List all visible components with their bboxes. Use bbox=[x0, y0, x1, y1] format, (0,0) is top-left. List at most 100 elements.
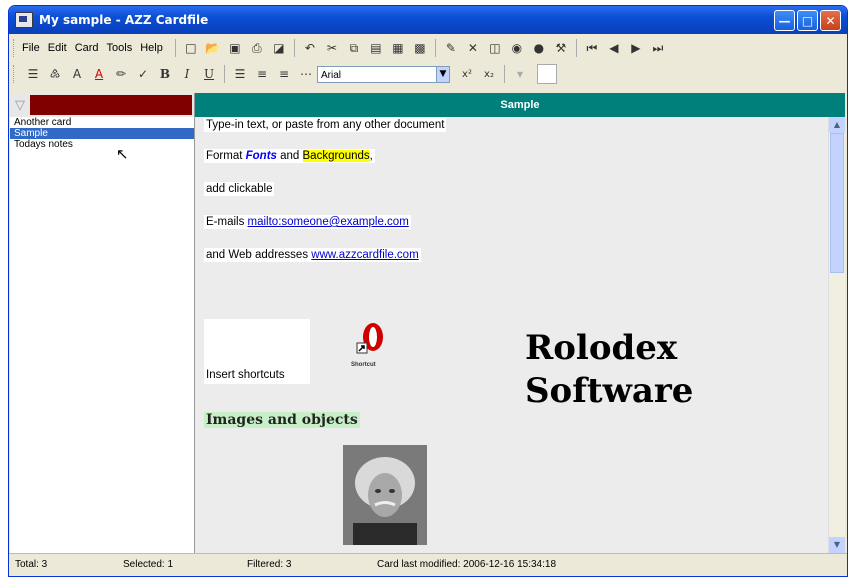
insert-object-icon[interactable]: ▩ bbox=[412, 40, 428, 56]
opera-shortcut-icon[interactable] bbox=[353, 321, 387, 361]
format-prefix: Format bbox=[206, 150, 246, 162]
tools-icon[interactable]: ⚒ bbox=[553, 40, 569, 56]
clickable-line: add clickable bbox=[204, 182, 275, 196]
fonts-word: Fonts bbox=[245, 150, 277, 162]
toolbar-grip[interactable] bbox=[13, 39, 17, 57]
backgrounds-word: Backgrounds bbox=[302, 150, 370, 162]
vertical-scrollbar[interactable]: ▲ ▼ bbox=[828, 117, 845, 553]
last-card-icon[interactable]: ⏭ bbox=[650, 40, 666, 56]
format-toolbar: ☰ ♷ A A ✏ ✓ B I U ☰ ≡ ≡ ⋯ Arial ▼ x² x₂ … bbox=[9, 62, 847, 86]
menu-tools[interactable]: Tools bbox=[107, 42, 133, 54]
bullet-list-icon[interactable]: ⋯ bbox=[298, 66, 314, 82]
card-format-icon[interactable]: ☰ bbox=[25, 66, 41, 82]
lock-icon[interactable]: ● bbox=[531, 40, 547, 56]
cut-icon[interactable]: ✂ bbox=[324, 40, 340, 56]
web-link[interactable]: www.azzcardfile.com bbox=[311, 249, 418, 261]
background-color-icon[interactable]: ✓ bbox=[135, 66, 151, 82]
window-title: My sample - AZZ Cardfile bbox=[39, 13, 209, 27]
insert-image-icon[interactable]: ▦ bbox=[390, 40, 406, 56]
font-color-icon[interactable]: A bbox=[91, 66, 107, 82]
shortcut-caption: Shortcut bbox=[351, 362, 376, 368]
print-icon[interactable]: ⎙ bbox=[249, 40, 265, 56]
web-line: and Web addresses www.azzcardfile.com bbox=[204, 248, 421, 262]
superscript-button[interactable]: x² bbox=[459, 66, 475, 82]
card-list-panel: ▽ Another card Sample Todays notes bbox=[10, 93, 195, 553]
watermark-line1: Rolodex bbox=[525, 328, 678, 368]
main-toolbar: File Edit Card Tools Help □ 📂 ▣ ⎙ ◪ ↶ ✂ … bbox=[9, 36, 847, 60]
toolbar-separator bbox=[575, 39, 577, 57]
card-list-item[interactable]: Sample bbox=[10, 128, 194, 139]
app-window: My sample - AZZ Cardfile — □ ✕ File Edit… bbox=[8, 5, 848, 577]
chevron-down-icon[interactable]: ▼ bbox=[436, 65, 450, 83]
toolbar-grip[interactable] bbox=[13, 65, 17, 83]
open-folder-icon[interactable]: 📂 bbox=[205, 40, 221, 56]
filter-icon[interactable]: ▽ bbox=[10, 98, 30, 113]
toolbar-separator bbox=[224, 65, 225, 83]
format-suffix: , bbox=[369, 150, 373, 162]
align-left-icon[interactable]: ☰ bbox=[232, 66, 248, 82]
first-card-icon[interactable]: ⏮ bbox=[584, 40, 600, 56]
font-size-icon[interactable]: A bbox=[69, 66, 85, 82]
dropdown-icon[interactable]: ▾ bbox=[512, 66, 528, 82]
previous-card-icon[interactable]: ◀ bbox=[606, 40, 622, 56]
print-preview-icon[interactable]: ◪ bbox=[271, 40, 287, 56]
text-line: Type-in text, or paste from any other do… bbox=[204, 118, 447, 132]
window-controls: — □ ✕ bbox=[774, 10, 841, 31]
watermark-line2: Software bbox=[525, 371, 694, 411]
scroll-up-icon[interactable]: ▲ bbox=[829, 117, 845, 133]
format-and: and bbox=[276, 150, 303, 162]
font-name-select[interactable]: Arial bbox=[317, 65, 437, 83]
menu-card[interactable]: Card bbox=[75, 42, 99, 54]
status-bar: Total: 3 Selected: 1 Filtered: 3 Card la… bbox=[9, 553, 847, 576]
bold-button[interactable]: B bbox=[157, 66, 173, 82]
undo-icon[interactable]: ↶ bbox=[302, 40, 318, 56]
status-selected: Selected: 1 bbox=[123, 559, 174, 570]
toolbar-separator bbox=[174, 39, 176, 57]
italic-button[interactable]: I bbox=[179, 66, 195, 82]
color-swatch[interactable] bbox=[537, 64, 557, 84]
menu-file[interactable]: File bbox=[22, 42, 40, 54]
card-list-item[interactable]: Another card bbox=[10, 117, 194, 128]
delete-card-icon[interactable]: ✕ bbox=[465, 40, 481, 56]
menu-help[interactable]: Help bbox=[140, 42, 163, 54]
scroll-down-icon[interactable]: ▼ bbox=[829, 537, 845, 553]
close-button[interactable]: ✕ bbox=[820, 10, 841, 31]
filter-row: ▽ bbox=[10, 93, 194, 117]
card-list-item[interactable]: Todays notes bbox=[10, 139, 194, 150]
email-link[interactable]: mailto:someone@example.com bbox=[248, 216, 409, 228]
card-content[interactable]: Type-in text, or paste from any other do… bbox=[195, 117, 829, 553]
portrait-image[interactable] bbox=[343, 445, 427, 545]
card-list: Another card Sample Todays notes bbox=[10, 117, 194, 150]
card-view: Sample Type-in text, or paste from any o… bbox=[195, 93, 845, 553]
next-card-icon[interactable]: ▶ bbox=[628, 40, 644, 56]
web-label: and Web addresses bbox=[206, 249, 312, 261]
align-right-icon[interactable]: ≡ bbox=[276, 66, 292, 82]
minimize-button[interactable]: — bbox=[774, 10, 795, 31]
cardfile-app-icon[interactable] bbox=[15, 12, 33, 28]
new-file-icon[interactable]: □ bbox=[183, 40, 199, 56]
align-center-icon[interactable]: ≡ bbox=[254, 66, 270, 82]
status-total: Total: 3 bbox=[15, 559, 48, 570]
find-icon[interactable]: ◉ bbox=[509, 40, 525, 56]
shortcuts-label: Insert shortcuts bbox=[204, 368, 287, 382]
style-icon[interactable]: ♷ bbox=[47, 66, 63, 82]
card-properties-icon[interactable]: ◫ bbox=[487, 40, 503, 56]
highlight-color-icon[interactable]: ✏ bbox=[113, 66, 129, 82]
copy-icon[interactable]: ⧉ bbox=[346, 40, 362, 56]
save-icon[interactable]: ▣ bbox=[227, 40, 243, 56]
menu-edit[interactable]: Edit bbox=[48, 42, 67, 54]
maximize-button[interactable]: □ bbox=[797, 10, 818, 31]
watermark: Rolodex Software bbox=[525, 327, 693, 413]
subscript-button[interactable]: x₂ bbox=[481, 66, 497, 82]
email-line: E-mails mailto:someone@example.com bbox=[204, 215, 411, 229]
toolbar-separator bbox=[434, 39, 436, 57]
paste-icon[interactable]: ▤ bbox=[368, 40, 384, 56]
card-title: Sample bbox=[195, 93, 845, 117]
scroll-thumb[interactable] bbox=[830, 133, 844, 273]
title-bar[interactable]: My sample - AZZ Cardfile — □ ✕ bbox=[9, 6, 847, 34]
format-line: Format Fonts and Backgrounds, bbox=[204, 149, 375, 163]
email-label: E-mails bbox=[206, 216, 248, 228]
underline-button[interactable]: U bbox=[201, 66, 217, 82]
new-card-icon[interactable]: ✎ bbox=[443, 40, 459, 56]
filter-input[interactable] bbox=[30, 95, 192, 115]
